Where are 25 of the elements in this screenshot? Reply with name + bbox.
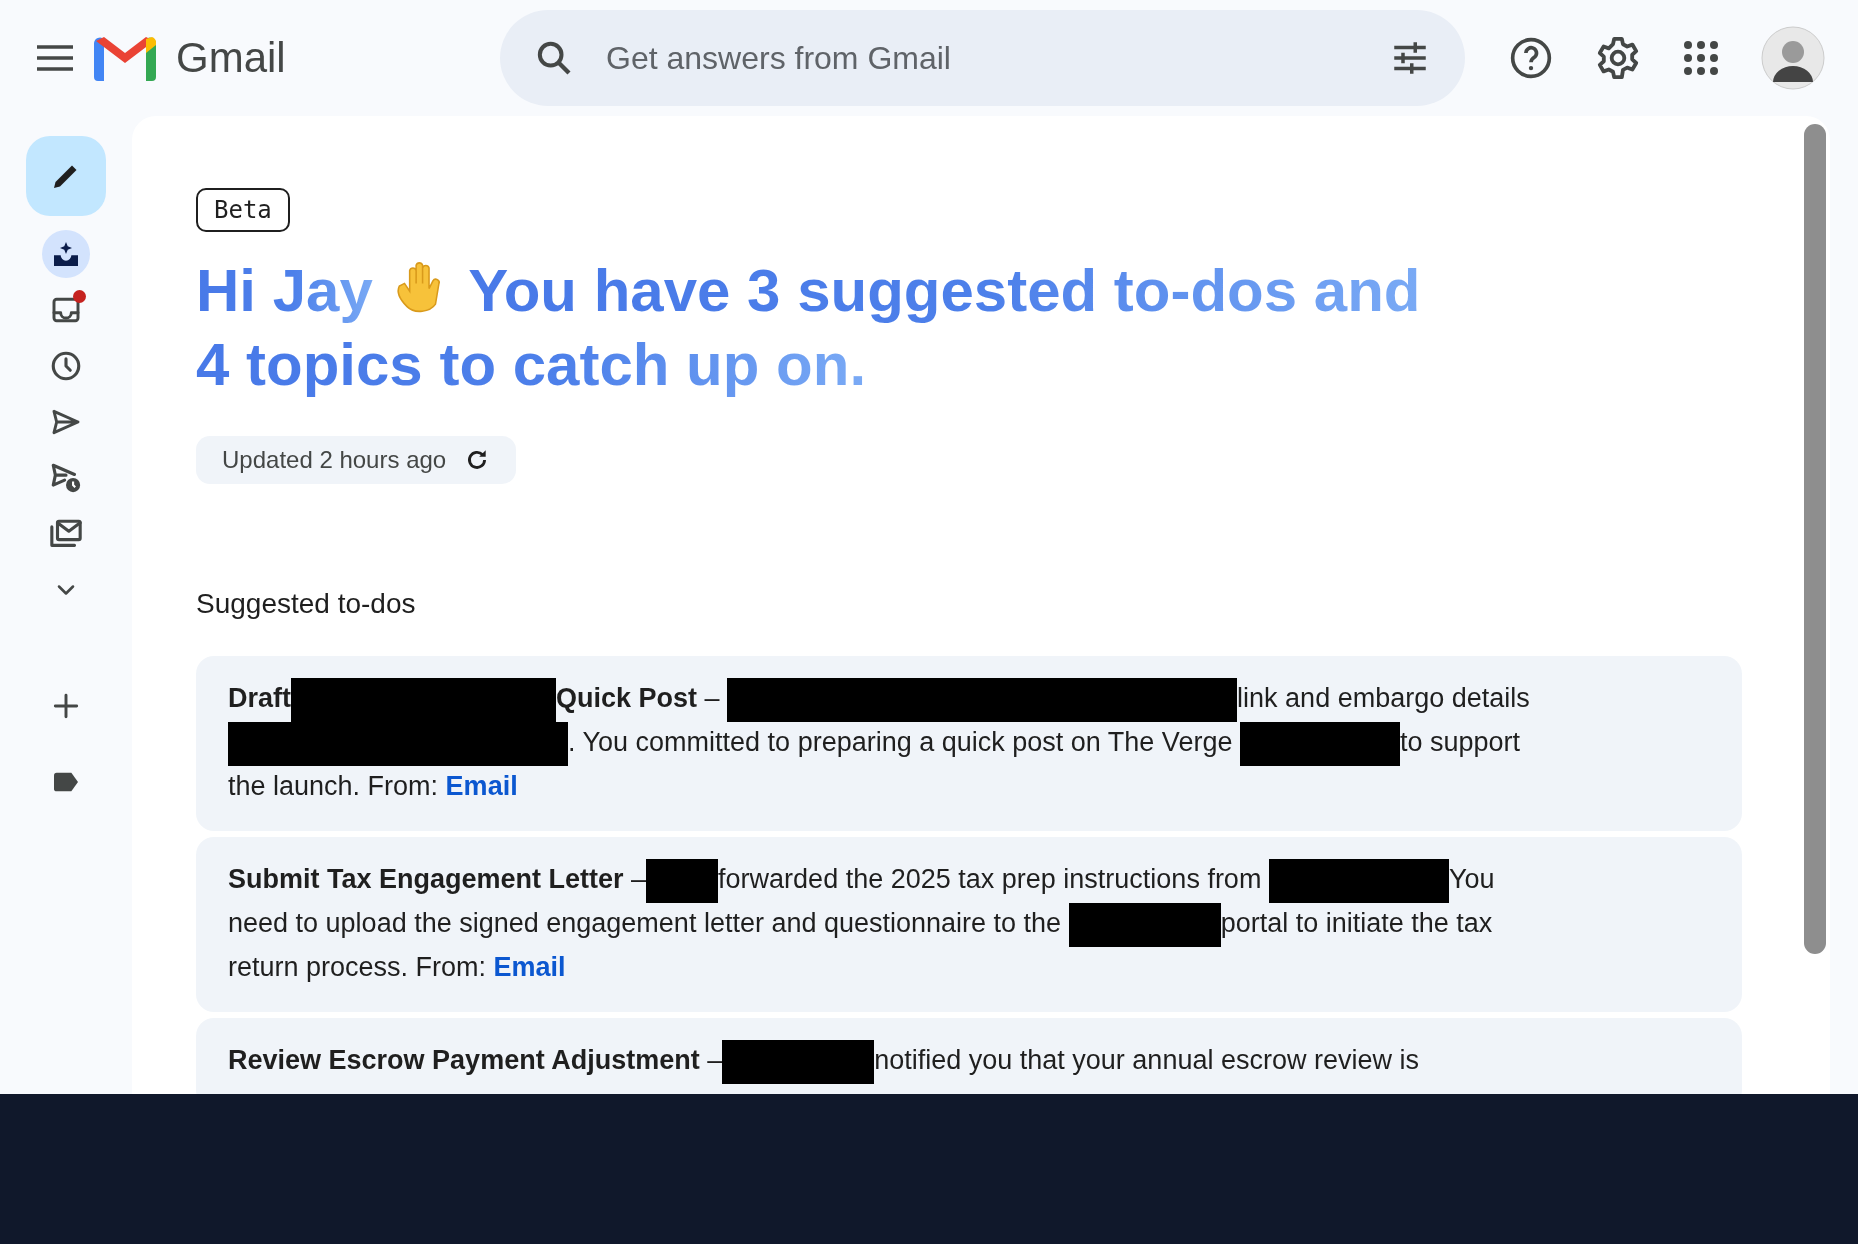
todo-text: Submit Tax Engagement Letter – forwarded the 2025 tax prep instructions from You need to upload the signed engagement letter and questionnaire to the portal to initiate the tax return process. From: Email [228,859,1562,988]
app-name: Gmail [176,34,286,82]
mail-logo [94,35,156,81]
avatar-button[interactable] [1761,26,1825,90]
scrollbar[interactable] [1804,124,1826,954]
todo-text: Review Escrow Payment Adjustment – notified you that your annual escrow review is [228,1040,1562,1084]
search-input[interactable]: Get answers from Gmail [604,38,1359,78]
settings-button[interactable] [1595,35,1641,81]
todo-text: Draft Quick Post – link and embargo details . You committed to preparing a quick post on The Verge to support the launch. From: Email [228,678,1562,807]
email-link[interactable]: Email [493,952,566,982]
nav-button[interactable] [42,230,90,278]
search-field[interactable]: Get answers from Gmail [500,10,1465,106]
apps-button[interactable] [1683,40,1719,76]
beta-tag: Beta [196,188,290,232]
todo-card[interactable]: Draft Quick Post – link and embargo details . You committed to preparing a quick post on The Verge to support the launch. From: Email [196,656,1742,831]
todo-card[interactable] [196,837,1742,1012]
section-title: Suggested to-dos [196,588,417,620]
todo-card[interactable]: Review Escrow Payment Adjustment – notified you that your annual escrow review is [196,1018,1742,1094]
refresh-button[interactable]: Updated 2 hours ago [196,436,517,484]
compose-button[interactable] [26,136,106,216]
email-link[interactable]: Email [445,771,518,801]
menu-button[interactable] [36,44,74,72]
scheduled-send-icon [49,461,83,495]
clock-icon [49,349,83,383]
help-button[interactable] [1509,36,1553,80]
